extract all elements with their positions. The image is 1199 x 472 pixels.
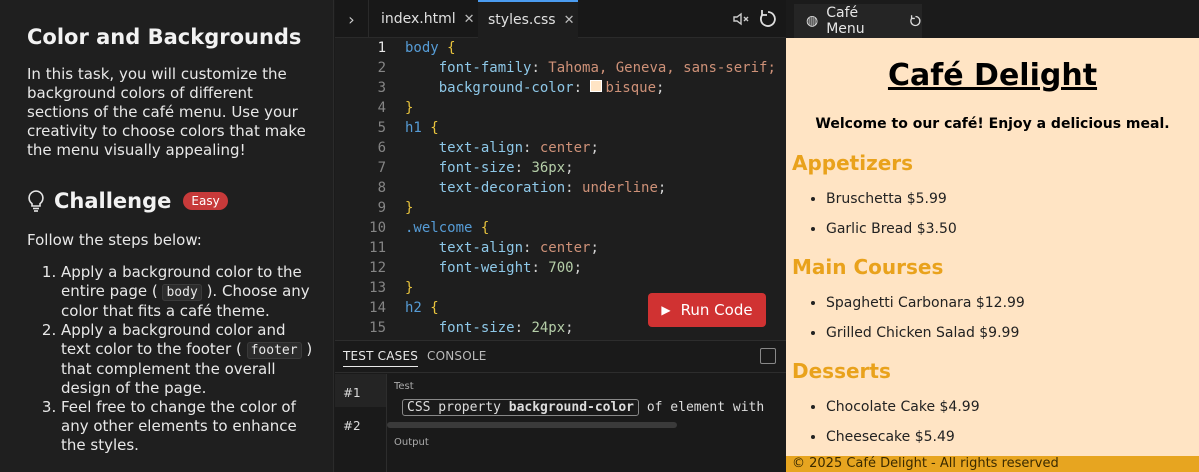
- code-line: 4}: [377, 100, 414, 116]
- code-line: 10 .welcome {: [369, 220, 490, 236]
- menu-list: Spaghetti Carbonara $12.99 Grilled Chick…: [808, 294, 1025, 354]
- chevron-right-icon[interactable]: ›: [335, 0, 369, 38]
- step-item: Apply a background color and text color …: [61, 321, 318, 398]
- code-line: 1 body {: [377, 40, 456, 56]
- reload-icon[interactable]: [909, 14, 922, 28]
- mute-icon[interactable]: [731, 9, 751, 29]
- menu-item: Spaghetti Carbonara $12.99: [826, 294, 1025, 324]
- challenge-header: Challenge Easy: [26, 189, 228, 213]
- reset-icon[interactable]: [758, 9, 778, 29]
- code-line: 5 h1 {: [377, 120, 439, 136]
- test-case-1[interactable]: #1: [335, 374, 386, 407]
- preview-tab[interactable]: ◍ Café Menu: [794, 4, 922, 38]
- steps-list: Apply a background color to the entire p…: [43, 263, 318, 455]
- color-swatch[interactable]: [590, 80, 603, 92]
- output-label: Output: [394, 437, 429, 448]
- menu-list: Chocolate Cake $4.99 Cheesecake $5.49: [808, 398, 980, 458]
- menu-item: Cheesecake $5.49: [826, 428, 980, 458]
- editor-tabbar: › index.html ✕ styles.css ✕: [335, 0, 786, 38]
- tab-label: styles.css: [488, 12, 556, 28]
- close-icon[interactable]: ✕: [464, 12, 475, 27]
- page-footer: © 2025 Café Delight - All rights reserve…: [786, 456, 1199, 472]
- task-intro: In this task, you will customize the bac…: [27, 65, 306, 159]
- globe-icon: ◍: [806, 13, 819, 29]
- test-case-list: #1 #2: [335, 374, 387, 472]
- step-item: Feel free to change the color of any oth…: [61, 398, 318, 455]
- code-line: 7 font-size: 36px;: [377, 160, 574, 176]
- code-line: 6 text-align: center;: [377, 140, 599, 156]
- code-line: 12 font-weight: 700;: [369, 260, 583, 276]
- section-title: Appetizers: [792, 151, 914, 175]
- menu-item: Garlic Bread $3.50: [826, 220, 957, 250]
- test-tabbar: TEST CASES CONSOLE: [335, 341, 786, 373]
- code-line: 15 font-size: 24px;: [369, 320, 574, 336]
- menu-item: Grilled Chicken Salad $9.99: [826, 324, 1025, 354]
- run-code-button[interactable]: ▶ Run Code: [648, 293, 766, 327]
- instructions-panel: Color and Backgrounds In this task, you …: [0, 0, 334, 472]
- inline-code: footer: [246, 342, 302, 359]
- page-title: Café Delight: [887, 58, 1098, 93]
- section-title: Desserts: [792, 359, 891, 383]
- preview-tab-label: Café Menu: [826, 5, 865, 37]
- test-label: Test: [394, 381, 414, 392]
- test-description: CSS property background-color of element…: [402, 399, 764, 416]
- run-code-label: Run Code: [680, 301, 753, 319]
- tab-styles-css[interactable]: styles.css ✕: [478, 0, 578, 38]
- menu-item: Chocolate Cake $4.99: [826, 398, 980, 428]
- step-item: Apply a background color to the entire p…: [61, 263, 318, 321]
- inline-code: body: [162, 284, 202, 301]
- code-line: 2 font-family: Tahoma, Geneva, sans-seri…: [377, 60, 776, 76]
- test-code-pill: CSS property background-color: [402, 399, 639, 416]
- welcome-text: Welcome to our café! Enjoy a delicious m…: [815, 116, 1170, 132]
- code-line: 14 h2 {: [369, 300, 439, 316]
- menu-item: Bruschetta $5.99: [826, 190, 957, 220]
- terminal-icon[interactable]: [760, 348, 776, 364]
- close-icon[interactable]: ✕: [564, 13, 575, 28]
- menu-list: Bruschetta $5.99 Garlic Bread $3.50: [808, 190, 957, 250]
- test-panel: TEST CASES CONSOLE #1 #2 Test CSS proper…: [335, 340, 786, 472]
- tab-test-cases[interactable]: TEST CASES: [343, 349, 419, 367]
- horizontal-scrollbar[interactable]: [387, 422, 677, 428]
- preview-tabbar: ◍ Café Menu: [786, 0, 1199, 38]
- steps-intro: Follow the steps below:: [27, 231, 202, 249]
- play-icon: ▶: [661, 303, 671, 317]
- code-line: 11 text-align: center;: [369, 240, 599, 256]
- tab-console[interactable]: CONSOLE: [427, 349, 487, 363]
- code-editor[interactable]: › index.html ✕ styles.css ✕ 1 body { 2 fo…: [335, 0, 786, 340]
- section-title: Main Courses: [792, 255, 944, 279]
- preview-page: Café Delight Welcome to our café! Enjoy …: [786, 38, 1199, 472]
- code-line: 8 text-decoration: underline;: [377, 180, 667, 196]
- task-title: Color and Backgrounds: [27, 25, 302, 49]
- code-line: 3 background-color: bisque;: [377, 80, 665, 96]
- challenge-title: Challenge: [54, 189, 172, 213]
- tab-label: index.html: [381, 11, 456, 27]
- tab-index-html[interactable]: index.html ✕: [371, 0, 475, 38]
- code-line: 13}: [369, 280, 414, 296]
- test-case-2[interactable]: #2: [335, 407, 386, 440]
- code-line: 9}: [377, 200, 414, 216]
- lightbulb-icon: [28, 190, 44, 212]
- difficulty-badge: Easy: [183, 192, 228, 210]
